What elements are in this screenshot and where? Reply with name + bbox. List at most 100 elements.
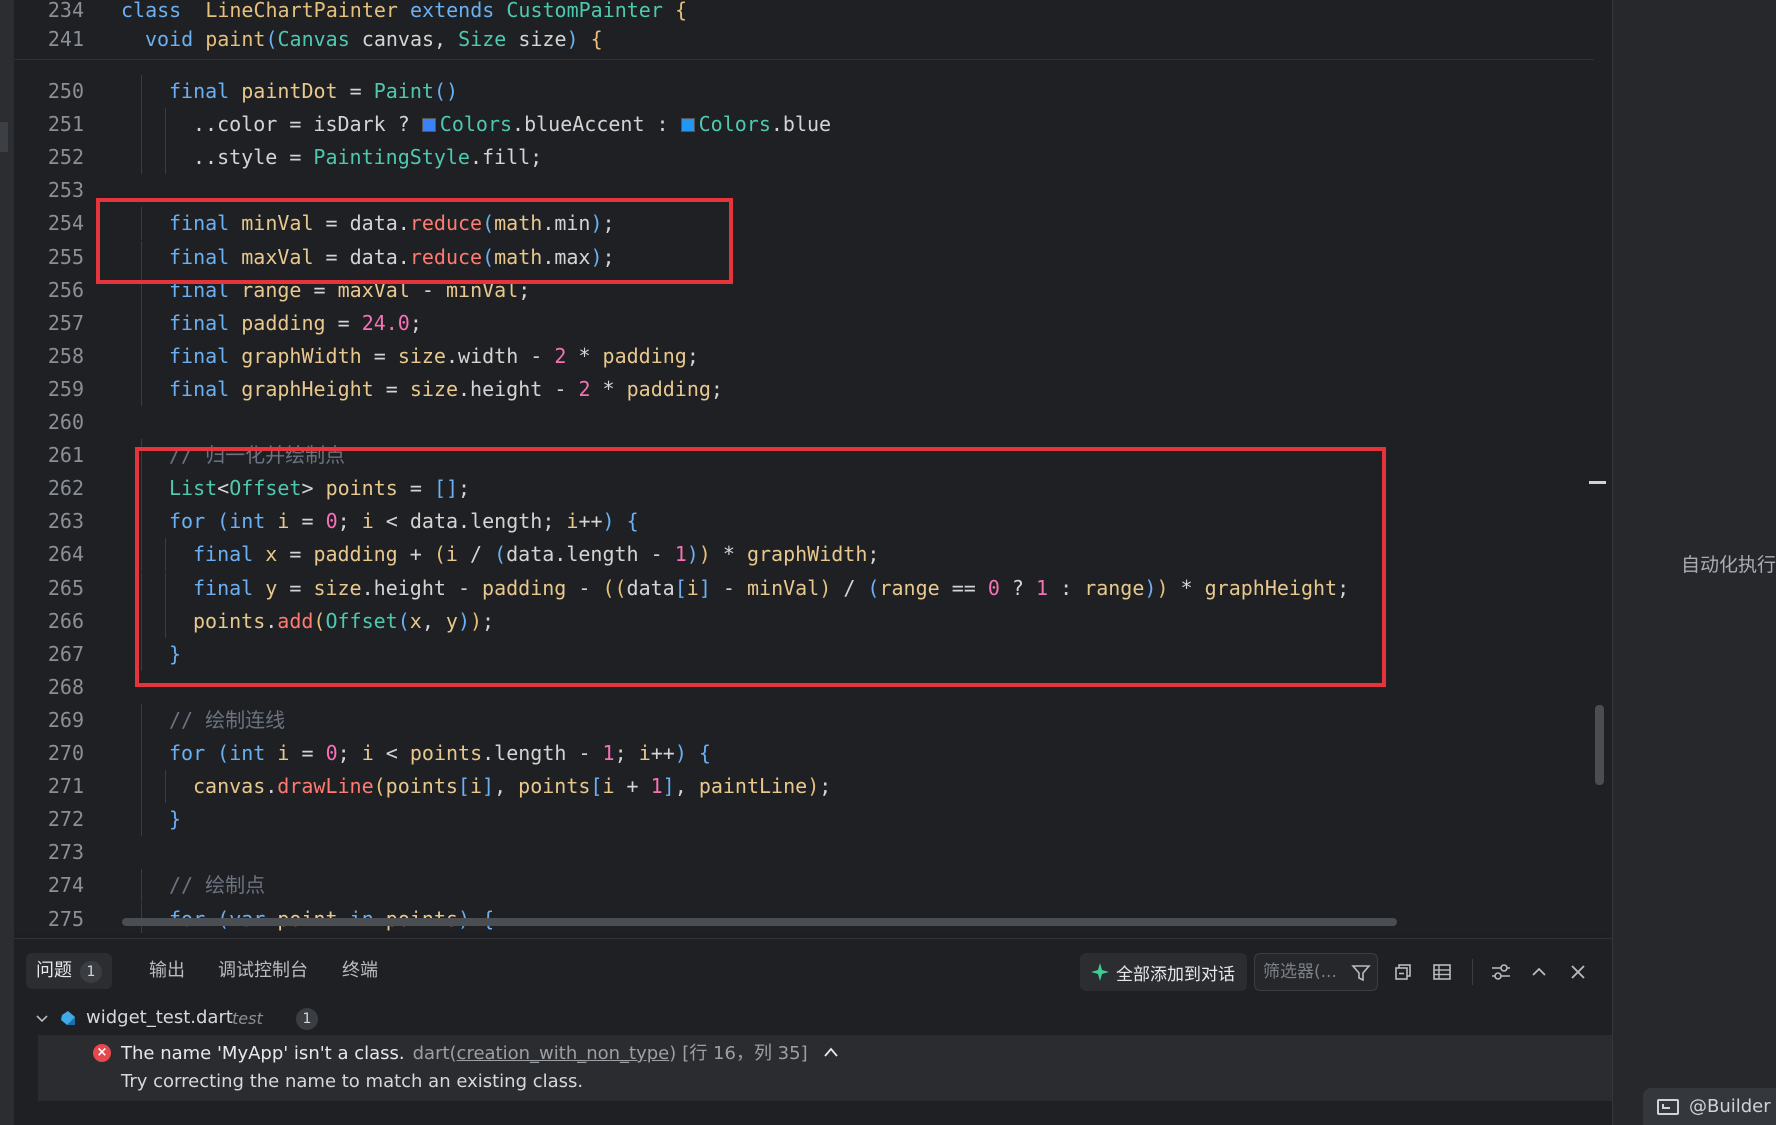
code-text: }	[169, 803, 181, 836]
code-token: (	[265, 27, 278, 51]
line-number: 250	[47, 79, 84, 103]
code-token: =	[289, 741, 326, 765]
color-swatch[interactable]	[680, 118, 695, 133]
code-token: class	[121, 0, 182, 22]
code-token: 2	[554, 343, 567, 368]
builder-label: @Builder	[1689, 1096, 1771, 1117]
code-token: Colors	[439, 112, 513, 137]
code-text: ..color = isDark ? Colors.blueAccent : C…	[193, 108, 831, 141]
code-line[interactable]: 274 // 绘制点	[14, 869, 1594, 903]
code-token: ()	[433, 79, 459, 103]
problem-item[interactable]: × The name 'MyApp' isn't a class. dart(cr…	[38, 1035, 1612, 1101]
chevron-down-icon[interactable]	[34, 1011, 50, 1027]
indent-guide	[141, 737, 142, 770]
file-name: widget_test.dart	[86, 1007, 233, 1028]
collapse-all-icon[interactable]	[1390, 959, 1416, 985]
code-token: 0	[325, 741, 338, 765]
active-marker	[0, 122, 8, 152]
tab-debug-console[interactable]: 调试控制台	[208, 953, 318, 989]
code-token: i	[277, 741, 290, 765]
sticky-scroll-header[interactable]: 234 class LineChartPainter extends Custom…	[14, 0, 1594, 60]
code-line[interactable]: 252 ..style = PaintingStyle.fill;	[14, 141, 1594, 175]
color-swatch[interactable]	[421, 118, 436, 133]
code-line[interactable]: 258 final graphWidth = size.width - 2 * p…	[14, 339, 1594, 373]
code-token: // 绘制连线	[169, 707, 286, 732]
vertical-scrollbar[interactable]	[1595, 705, 1604, 785]
code-token: points	[409, 741, 483, 765]
code-token: .blue	[770, 112, 832, 137]
tab-output[interactable]: 输出	[139, 953, 195, 989]
code-token: points	[518, 774, 591, 799]
line-number: 271	[47, 774, 84, 799]
code-token: {	[698, 741, 711, 765]
code-token: for	[169, 741, 206, 765]
chevron-up-icon[interactable]	[1526, 959, 1552, 985]
problem-code-link[interactable]: creation_with_non_type	[457, 1043, 670, 1064]
problem-file-row[interactable]: widget_test.dart test 1	[14, 1003, 1612, 1035]
indent-guide	[141, 75, 142, 108]
add-all-to-chat-button[interactable]: 全部添加到对话	[1080, 953, 1247, 991]
line-number: 270	[47, 741, 84, 765]
code-line[interactable]: 273	[14, 836, 1594, 869]
code-line[interactable]: 250 final paintDot = Paint()	[14, 75, 1594, 108]
automation-label: 自动化执行	[1681, 554, 1776, 576]
problem-source: dart(creation_with_non_type)	[413, 1043, 677, 1064]
indent-guide	[141, 869, 142, 903]
code-line[interactable]: 271 canvas.drawLine(points[i], points[i +…	[14, 770, 1594, 804]
code-token: =	[373, 376, 410, 401]
code-token: ]	[482, 774, 495, 799]
code-token: *	[590, 376, 627, 401]
tab-problems[interactable]: 问题 1	[26, 953, 112, 989]
code-token: void	[145, 27, 194, 51]
close-icon[interactable]	[1565, 959, 1591, 985]
code-token: ..style =	[193, 145, 314, 170]
code-line[interactable]: 257 final padding = 24.0;	[14, 306, 1594, 340]
indent-guide	[165, 141, 166, 175]
code-text: for (int i = 0; i < points.length - 1; i…	[169, 737, 711, 770]
code-editor[interactable]: 234 class LineChartPainter extends Custom…	[14, 0, 1612, 933]
line-number: 254	[47, 211, 84, 236]
code-text: // 绘制连线	[169, 704, 285, 737]
filter-icon[interactable]	[1351, 963, 1371, 983]
code-token: ..color = isDark ?	[193, 112, 422, 137]
horizontal-scrollbar[interactable]	[122, 918, 1397, 926]
code-token: 1	[602, 741, 615, 765]
line-number: 269	[47, 707, 84, 732]
code-line[interactable]: 241 void paint(Canvas canvas, Size size) …	[14, 23, 1594, 56]
indent-guide	[141, 803, 142, 837]
line-number: 253	[47, 178, 84, 203]
code-text: void paint(Canvas canvas, Size size) {	[145, 23, 603, 56]
code-line[interactable]: 251 ..color = isDark ? Colors.blueAccent …	[14, 108, 1594, 142]
line-number: 241	[47, 27, 84, 51]
code-line[interactable]: 272}	[14, 803, 1594, 837]
tab-terminal[interactable]: 终端	[332, 953, 388, 989]
code-token: points	[385, 774, 458, 799]
settings-sliders-icon[interactable]	[1488, 959, 1514, 985]
filter-input[interactable]: 筛选器(...	[1254, 953, 1378, 991]
indent-guide	[141, 141, 142, 175]
line-number: 266	[47, 608, 84, 633]
code-token: 24.0	[361, 310, 410, 335]
problem-message-line: The name 'MyApp' isn't a class. dart(crea…	[121, 1039, 840, 1065]
code-line[interactable]: 270 for (int i = 0; i < points.length - 1…	[14, 737, 1594, 770]
code-token: (	[373, 774, 386, 799]
sparkle-icon	[1091, 963, 1109, 981]
code-line[interactable]: 259 final graphHeight = size.height - 2 *…	[14, 372, 1594, 406]
chevron-up-icon[interactable]	[822, 1043, 840, 1064]
code-token: paint	[205, 27, 266, 51]
code-token: padding	[241, 310, 326, 335]
line-number: 258	[47, 343, 84, 368]
code-line[interactable]: 269 // 绘制连线	[14, 703, 1594, 737]
code-line[interactable]: 260	[14, 406, 1594, 439]
line-number: 268	[47, 674, 84, 699]
indent-guide	[165, 770, 166, 804]
highlight-box-points-loop	[135, 447, 1386, 687]
scrollbar-marker	[1589, 481, 1606, 484]
code-token: .	[265, 774, 278, 799]
builder-chip[interactable]: @Builder	[1643, 1088, 1776, 1125]
table-view-icon[interactable]	[1429, 959, 1455, 985]
